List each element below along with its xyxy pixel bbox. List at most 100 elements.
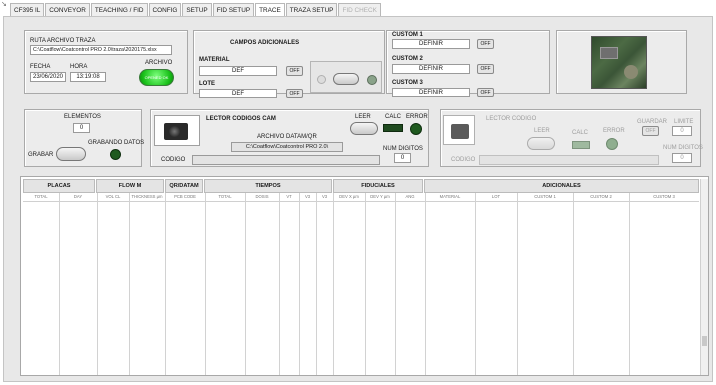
tab-fid-check: FID CHECK [338, 3, 381, 17]
custom1-field[interactable]: DEFINIR [392, 39, 470, 49]
cam-error-led [410, 123, 422, 135]
campos-right-led [367, 75, 377, 85]
elementos-label: ELEMENTOS [64, 114, 101, 120]
grabar-toggle-switch[interactable] [56, 147, 86, 161]
custom3-off-button[interactable]: OFF [477, 88, 494, 97]
col-header-total-time: TOTAL [218, 194, 232, 199]
cam-codigo-field [192, 155, 380, 165]
lector-scanner-image [443, 115, 475, 145]
camera-lens-shape [169, 126, 180, 137]
group-header-adicionales: ADICIONALES [424, 179, 699, 193]
cam-calc-label: CALC [385, 114, 402, 120]
tab-setup[interactable]: SETUP [182, 3, 212, 17]
cam-leer-label: LEER [355, 114, 371, 120]
column-divider [299, 193, 300, 375]
cam-calc-indicator [383, 124, 403, 132]
lector-guardar-button: OFF [642, 126, 659, 136]
lector-title: LECTOR CODIGO [486, 116, 537, 122]
lote-field[interactable]: DEF [199, 89, 277, 98]
grabando-label: GRABANDO DATOS [88, 140, 145, 146]
group-header-flow-m: FLOW M [96, 179, 164, 193]
cam-archivo-label: ARCHIVO DATAM/QR [257, 134, 317, 140]
tab-fid-setup[interactable]: FID SETUP [212, 3, 255, 17]
lector-error-led [606, 138, 618, 150]
custom1-label: CUSTOM 1 [392, 32, 423, 38]
campos-title: CAMPOS ADICIONALES [230, 40, 300, 46]
tab-traza-setup[interactable]: TRAZA SETUP [285, 3, 338, 17]
col-header-dosis: DOSIS [255, 194, 269, 199]
lector-calc-label: CALC [572, 130, 589, 136]
pcb-chip-shape [600, 47, 618, 59]
cam-num-digitos-field: 0 [394, 153, 411, 163]
group-header-qr-datam: QR/DATAM [165, 179, 203, 193]
custom1-off-button[interactable]: OFF [477, 39, 494, 49]
custom3-label: CUSTOM 3 [392, 80, 423, 86]
lector-codigo-label: CODIGO [451, 157, 476, 163]
trace-file-box: RUTA ARCHIVO TRAZA C:\Coatflow\Coatcontr… [24, 30, 188, 94]
trace-path-label: RUTA ARCHIVO TRAZA [30, 38, 96, 44]
group-header-placas: PLACAS [23, 179, 95, 193]
col-header-pcb-code: PCB CODE [174, 194, 196, 199]
cam-leer-button[interactable] [350, 122, 378, 135]
custom2-label: CUSTOM 2 [392, 56, 423, 62]
lector-codigo-field [479, 155, 659, 165]
elementos-count-field: 0 [73, 123, 90, 133]
table-scrollbar[interactable] [700, 179, 708, 375]
campos-toggle-switch[interactable] [333, 73, 359, 85]
group-header-tiempos: TIEMPOS [204, 179, 332, 193]
col-header-day: DAY [73, 194, 83, 199]
pcb-image-box [556, 30, 687, 94]
custom3-field[interactable]: DEFINIR [392, 88, 470, 97]
material-field[interactable]: DEF [199, 66, 277, 76]
column-divider [129, 193, 130, 375]
cam-reader-box: LECTOR CODIGOS CAM LEER CALC ERROR ARCHI… [150, 109, 429, 167]
col-header-lot: LOT [491, 194, 501, 199]
column-divider [629, 193, 630, 375]
lector-num-digitos-label: NUM DIGITOS [663, 145, 703, 151]
lote-off-button[interactable]: OFF [286, 89, 303, 98]
tab-conveyor[interactable]: CONVEYOR [45, 3, 90, 17]
campos-left-led [317, 75, 326, 84]
column-divider [97, 193, 98, 375]
scanner-body-shape [451, 124, 469, 139]
column-header-row: TOTAL DAY VOL CL THICKNESS µm PCB CODE T… [23, 193, 699, 202]
lector-guardar-label: GUARDAR [637, 119, 668, 125]
lector-limite-label: LIMITE [674, 119, 694, 125]
column-divider [165, 193, 166, 375]
cam-codigo-label: CODIGO [161, 157, 186, 163]
tab-config[interactable]: CONFIG [148, 3, 182, 17]
col-header-vt: VT [286, 194, 292, 199]
col-header-material: MATERIAL [439, 194, 461, 199]
trace-path-field: C:\Coatflow\Coatcontrol PRO 2.0\traza\20… [30, 45, 172, 55]
custom2-off-button[interactable]: OFF [477, 64, 494, 74]
scrollbar-thumb[interactable] [702, 336, 707, 346]
camera-image [154, 115, 200, 146]
archivo-status-button[interactable]: OPENED OK [139, 69, 174, 86]
custom2-field[interactable]: DEFINIR [392, 64, 470, 74]
column-divider [573, 193, 574, 375]
pcb-component-shape [624, 65, 638, 79]
material-off-button[interactable]: OFF [286, 66, 303, 76]
col-header-thickness: THICKNESS µm [131, 194, 163, 199]
lector-limite-field: 0 [672, 126, 692, 136]
trace-table: PLACAS FLOW M QR/DATAM TIEMPOS FIDUCIALE… [20, 176, 709, 376]
col-header-ang: ANG [405, 194, 415, 199]
col-header-total: TOTAL [34, 194, 48, 199]
lector-codigo-box: LECTOR CODIGO LEER CALC ERROR GUARDAR OF… [440, 109, 703, 167]
col-header-custom1: CUSTOM 1 [534, 194, 556, 199]
custom-fields-box: CUSTOM 1 DEFINIR OFF CUSTOM 2 DEFINIR OF… [386, 30, 550, 97]
tab-teaching-fid[interactable]: TEACHING / FID [90, 3, 148, 17]
cam-error-label: ERROR [406, 114, 428, 120]
campos-toggle-panel [310, 61, 382, 93]
col-header-v3b: V3 [321, 194, 328, 199]
hora-label: HORA [70, 64, 88, 70]
campos-adicionales-box: CAMPOS ADICIONALES MATERIAL DEF OFF LOTE… [193, 30, 385, 98]
cam-num-digitos-label: NUM DIGITOS [383, 146, 423, 152]
lector-calc-indicator [572, 141, 590, 149]
column-divider [425, 193, 426, 375]
column-divider [245, 193, 246, 375]
cam-archivo-field: C:\Coatflow\Coatcontrol PRO 2.0\ [231, 142, 343, 152]
column-divider [279, 193, 280, 375]
column-divider [333, 193, 334, 375]
tab-cf395il[interactable]: CF395 IL [10, 3, 45, 17]
